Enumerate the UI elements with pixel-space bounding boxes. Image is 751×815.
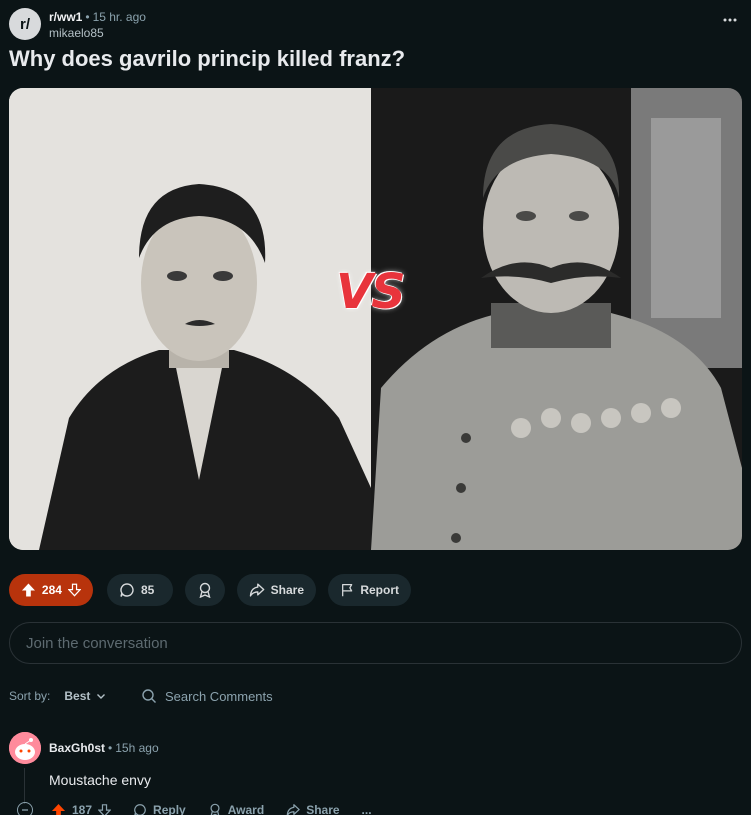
share-button[interactable]: Share [237,574,316,606]
comments-button[interactable]: 85 [107,574,173,606]
share-arrow-icon [286,804,300,815]
share-button[interactable]: Share [286,803,340,815]
comment: BaxGh0st • 15h ago Moustache envy 187 Repl… [9,732,742,815]
comment-input[interactable] [26,634,741,652]
minus-icon [22,809,28,811]
share-arrow-icon [249,583,265,597]
meta-separator: • [85,10,90,24]
comment-vote-control: 187 [51,803,112,815]
comment-author[interactable]: BaxGh0st [49,741,105,755]
award-button[interactable]: Award [208,803,264,815]
award-label: Award [227,803,265,815]
more-options-button[interactable] [718,8,742,32]
reply-label: Reply [153,803,186,815]
downvote-arrow-icon[interactable] [67,583,81,597]
post-author[interactable]: mikaelo85 [49,26,104,40]
portrait-left [9,88,371,550]
award-icon [199,582,211,598]
upvote-arrow-icon[interactable] [21,582,36,598]
vote-count: 284 [41,583,62,597]
comment-more-button[interactable]: ... [362,803,372,815]
post-time: 15 hr. ago [92,10,146,24]
subreddit-avatar[interactable]: r/ [9,8,41,40]
collapse-button[interactable] [17,802,33,815]
award-icon [210,803,220,815]
comment-sort-row: Sort by: Best Search Comments [9,684,742,708]
comment-vote-count: 187 [72,803,93,815]
comment-bubble-icon [120,583,134,597]
ellipsis-icon [723,18,737,22]
share-label: Share [270,583,304,597]
subreddit-link[interactable]: r/ww1 [49,10,82,24]
sort-label: Sort by: [9,689,51,703]
avatar[interactable] [9,732,41,764]
post-action-bar: 284 85 Share Report [9,574,742,606]
search-icon [142,689,156,703]
sort-dropdown[interactable]: Best [64,689,106,703]
comment-time: 15h ago [115,741,159,755]
thread-line[interactable] [24,768,25,804]
award-button[interactable] [185,574,225,606]
comment-bubble-icon [134,804,146,815]
chevron-down-icon [97,694,106,699]
reply-button[interactable]: Reply [133,803,186,815]
meta-separator: • [108,741,113,755]
search-comments[interactable]: Search Comments [141,684,273,708]
upvote-arrow-icon[interactable] [51,803,66,815]
report-button[interactable]: Report [328,574,411,606]
comment-count: 85 [141,583,155,597]
comment-body: Moustache envy [49,772,151,788]
post-title[interactable]: Why does gavrilo princip killed franz? [9,46,405,72]
join-conversation-box[interactable] [9,622,742,664]
portrait-right [371,88,742,550]
comment-actions: 187 Reply Award Share ... [17,800,394,815]
vote-control: 284 [9,574,93,606]
comment-meta: BaxGh0st • 15h ago [49,741,159,755]
post-header: r/ r/ww1 • 15 hr. ago mikaelo85 [9,8,742,42]
report-label: Report [360,583,399,597]
post-image[interactable]: VS [9,88,742,550]
downvote-arrow-icon[interactable] [98,803,112,815]
post-meta: r/ww1 • 15 hr. ago [49,10,146,24]
flag-icon [342,584,353,597]
vs-overlay-text: VS [336,264,406,320]
more-label: ... [361,803,372,815]
sort-value: Best [64,689,91,703]
share-label: Share [306,803,340,815]
search-comments-label: Search Comments [165,688,273,704]
